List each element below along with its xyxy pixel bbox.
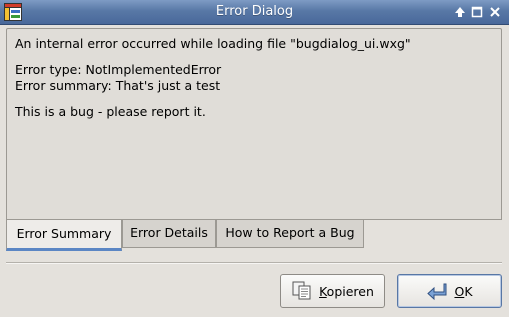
maximize-icon[interactable] <box>469 4 485 20</box>
ok-arrow-icon <box>427 283 447 301</box>
tab-how-to-report[interactable]: How to Report a Bug <box>216 220 364 248</box>
tab-label: Error Summary <box>16 226 112 241</box>
error-type: Error type: NotImplementedError <box>15 62 222 77</box>
bug-note: This is a bug - please report it. <box>15 104 206 119</box>
error-summary: Error summary: That's just a test <box>15 78 221 93</box>
copy-button-label: Kopieren <box>319 283 374 299</box>
close-icon[interactable] <box>487 4 503 20</box>
help-arrow-icon[interactable] <box>452 4 468 20</box>
copy-button[interactable]: Kopieren <box>280 274 385 308</box>
tab-error-details[interactable]: Error Details <box>122 220 216 248</box>
ok-button-label: OK <box>454 283 473 299</box>
copy-icon <box>292 281 311 300</box>
window-title: Error Dialog <box>215 4 294 19</box>
error-message: An internal error occurred while loading… <box>15 36 493 120</box>
tab-label: How to Report a Bug <box>225 225 355 240</box>
error-line-file: An internal error occurred while loading… <box>15 36 411 51</box>
title-bar[interactable]: Error Dialog <box>0 0 509 25</box>
tab-error-summary[interactable]: Error Summary <box>6 220 122 251</box>
tab-label: Error Details <box>130 225 208 240</box>
ok-button[interactable]: OK <box>397 274 502 308</box>
tab-content-panel: An internal error occurred while loading… <box>6 28 502 220</box>
separator <box>6 262 502 264</box>
